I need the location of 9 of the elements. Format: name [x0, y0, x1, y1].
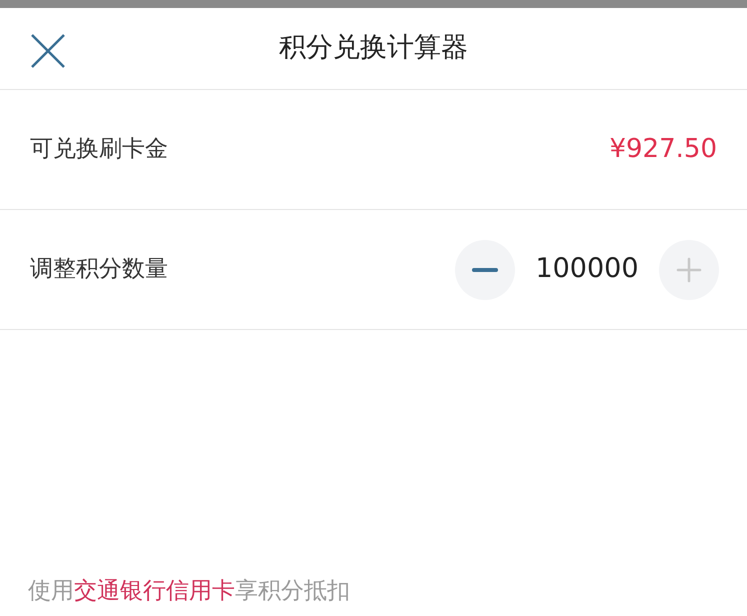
close-icon[interactable] [30, 33, 66, 69]
header-title: 积分兑换计算器 [279, 31, 468, 66]
exchange-amount: ¥927.50 [609, 133, 717, 166]
plus-icon [676, 256, 702, 282]
footer-note: 使用交通银行信用卡享积分抵扣 [27, 576, 351, 606]
points-value: 100000 [535, 252, 639, 286]
minus-icon [472, 266, 498, 272]
row-label: 可兑换刷卡金 [30, 135, 168, 164]
row-label: 调整积分数量 [30, 255, 168, 284]
